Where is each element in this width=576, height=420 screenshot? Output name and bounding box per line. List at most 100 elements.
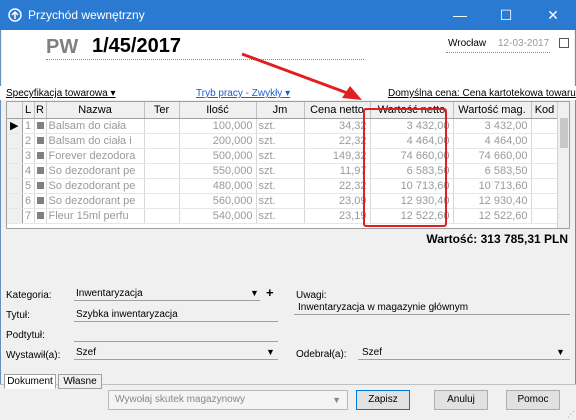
stock-effect-dropdown[interactable]: Wywołaj skutek magazynowy ▼ xyxy=(108,390,348,410)
save-button[interactable]: Zapisz xyxy=(356,390,410,410)
table-row[interactable]: ▶ 1 Balsam do ciała 100,000 szt. 34,32 3… xyxy=(7,118,559,134)
row-name[interactable]: So dezodorant pe xyxy=(46,163,145,179)
app-icon xyxy=(8,8,22,22)
row-unit[interactable]: szt. xyxy=(256,178,305,194)
row-mag-value[interactable]: 3 432,00 xyxy=(453,118,532,134)
odebral-combo[interactable]: Szef xyxy=(362,347,382,358)
row-ter[interactable] xyxy=(144,133,180,149)
row-mag-value[interactable]: 74 660,00 xyxy=(453,148,532,164)
table-row[interactable]: 6 So dezodorant pe 560,000 szt. 23,09 12… xyxy=(7,193,559,209)
column-header[interactable]: R xyxy=(34,102,47,119)
row-unit[interactable]: szt. xyxy=(256,148,305,164)
row-ter[interactable] xyxy=(144,118,180,134)
column-header[interactable]: Nazwa xyxy=(46,102,145,119)
row-qty[interactable]: 540,000 xyxy=(179,208,257,224)
row-name[interactable]: Balsam do ciała i xyxy=(46,133,145,149)
row-qty[interactable]: 550,000 xyxy=(179,163,257,179)
help-button[interactable]: Pomoc xyxy=(506,390,560,410)
row-price[interactable]: 22,32 xyxy=(304,178,371,194)
chevron-down-icon[interactable]: ▼ xyxy=(266,347,275,357)
row-unit[interactable]: szt. xyxy=(256,208,305,224)
calendar-icon[interactable] xyxy=(559,38,569,48)
add-category-icon[interactable]: + xyxy=(266,285,274,300)
row-code[interactable] xyxy=(531,163,559,179)
table-row[interactable]: 3 Forever dezodora 500,000 szt. 149,32 7… xyxy=(7,148,559,164)
tytul-field[interactable]: Szybka inwentaryzacja xyxy=(76,309,178,320)
row-unit[interactable]: szt. xyxy=(256,163,305,179)
row-status-icon xyxy=(34,208,47,224)
chevron-down-icon[interactable]: ▼ xyxy=(250,288,259,298)
maximize-button[interactable]: ☐ xyxy=(483,0,529,30)
row-unit[interactable]: szt. xyxy=(256,118,305,134)
grid-vertical-scrollbar[interactable] xyxy=(557,102,569,228)
uwagi-textarea[interactable]: Inwentaryzacja w magazynie głównym xyxy=(294,300,570,344)
tab-dokument[interactable]: Dokument xyxy=(4,374,56,389)
default-price-link[interactable]: Domyślna cena: Cena kartotekowa towaru xyxy=(388,88,576,99)
row-code[interactable] xyxy=(531,193,559,209)
minimize-button[interactable]: — xyxy=(437,0,483,30)
row-unit[interactable]: szt. xyxy=(256,133,305,149)
row-ter[interactable] xyxy=(144,163,180,179)
column-header[interactable]: Kod xyxy=(531,102,559,119)
row-mag-value[interactable]: 10 713,60 xyxy=(453,178,532,194)
row-name[interactable]: Forever dezodora xyxy=(46,148,145,164)
column-header[interactable]: Ter xyxy=(144,102,180,119)
cancel-button[interactable]: Anuluj xyxy=(434,390,488,410)
table-row[interactable]: 5 So dezodorant pe 480,000 szt. 22,32 10… xyxy=(7,178,559,194)
city-date-underline xyxy=(446,52,550,53)
row-code[interactable] xyxy=(531,208,559,224)
column-header[interactable]: Wartość mag. xyxy=(453,102,532,119)
row-mag-value[interactable]: 12 522,60 xyxy=(453,208,532,224)
row-mag-value[interactable]: 12 930,40 xyxy=(453,193,532,209)
row-ter[interactable] xyxy=(144,193,180,209)
row-name[interactable]: Fleur 15ml perfu xyxy=(46,208,145,224)
table-row[interactable]: 4 So dezodorant pe 550,000 szt. 11,97 6 … xyxy=(7,163,559,179)
row-price[interactable]: 23,19 xyxy=(304,208,371,224)
row-header-cell xyxy=(7,133,23,149)
kategoria-combo[interactable]: Inwentaryzacja xyxy=(76,288,143,299)
row-price[interactable]: 34,32 xyxy=(304,118,371,134)
row-code[interactable] xyxy=(531,148,559,164)
row-price[interactable]: 22,32 xyxy=(304,133,371,149)
items-grid[interactable]: L R Nazwa Ter Ilość Jm Cena netto Wartoś… xyxy=(6,101,570,229)
doc-number-field[interactable]: 1/45/2017 xyxy=(92,35,181,58)
chevron-down-icon[interactable]: ▼ xyxy=(556,347,565,357)
row-qty[interactable]: 500,000 xyxy=(179,148,257,164)
scrollbar-thumb[interactable] xyxy=(560,118,568,148)
close-button[interactable]: ✕ xyxy=(530,0,576,30)
column-header[interactable]: L xyxy=(22,102,35,119)
table-row[interactable]: 7 Fleur 15ml perfu 540,000 szt. 23,19 12… xyxy=(7,208,559,224)
row-name[interactable]: So dezodorant pe xyxy=(46,193,145,209)
row-lp: 6 xyxy=(22,193,35,209)
row-code[interactable] xyxy=(531,133,559,149)
row-ter[interactable] xyxy=(144,148,180,164)
wystawil-combo[interactable]: Szef xyxy=(76,347,96,358)
row-mag-value[interactable]: 4 464,00 xyxy=(453,133,532,149)
row-name[interactable]: Balsam do ciała xyxy=(46,118,145,134)
resize-grip-icon[interactable]: ⋰ xyxy=(567,410,575,419)
city-field[interactable]: Wrocław xyxy=(448,38,486,49)
current-row-marker: ▶ xyxy=(7,118,23,134)
date-field[interactable]: 12-03-2017 xyxy=(498,38,549,49)
row-qty[interactable]: 480,000 xyxy=(179,178,257,194)
table-row[interactable]: 2 Balsam do ciała i 200,000 szt. 22,32 4… xyxy=(7,133,559,149)
row-ter[interactable] xyxy=(144,208,180,224)
row-price[interactable]: 11,97 xyxy=(304,163,371,179)
wystawil-label: Wystawił(a): xyxy=(6,350,61,361)
row-price[interactable]: 149,32 xyxy=(304,148,371,164)
row-unit[interactable]: szt. xyxy=(256,193,305,209)
tab-wlasne[interactable]: Własne xyxy=(58,374,102,389)
row-ter[interactable] xyxy=(144,178,180,194)
row-code[interactable] xyxy=(531,178,559,194)
row-header-cell xyxy=(7,148,23,164)
chevron-down-icon: ▼ xyxy=(332,395,341,405)
row-qty[interactable]: 100,000 xyxy=(179,118,257,134)
row-qty[interactable]: 560,000 xyxy=(179,193,257,209)
row-mag-value[interactable]: 6 583,50 xyxy=(453,163,532,179)
row-lp: 4 xyxy=(22,163,35,179)
spec-dropdown[interactable]: Specyfikacja towarowa ▾ xyxy=(6,88,116,99)
row-qty[interactable]: 200,000 xyxy=(179,133,257,149)
row-name[interactable]: So dezodorant pe xyxy=(46,178,145,194)
row-code[interactable] xyxy=(531,118,559,134)
row-price[interactable]: 23,09 xyxy=(304,193,371,209)
